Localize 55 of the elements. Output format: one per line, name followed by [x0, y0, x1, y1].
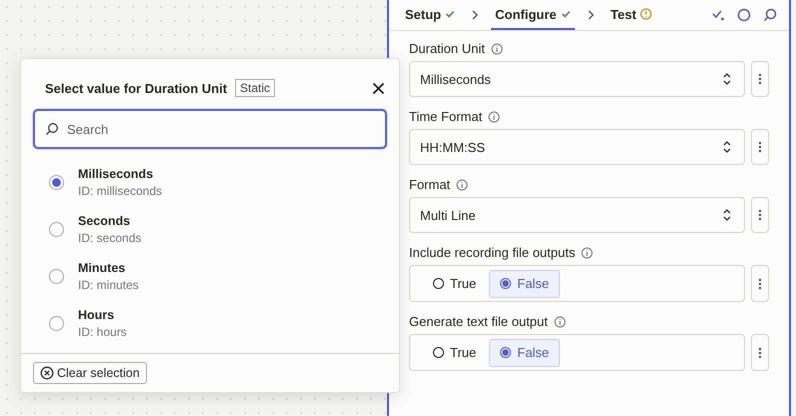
field-label: Include recording file outputs — [409, 245, 576, 260]
field-label: Duration Unit — [409, 41, 485, 56]
info-icon[interactable] — [488, 110, 500, 122]
search-field[interactable]: Search — [33, 109, 387, 149]
radio-option[interactable]: False — [489, 338, 560, 366]
select-field[interactable]: Milliseconds — [409, 61, 745, 97]
clear-icon — [40, 366, 54, 380]
check-icon — [445, 9, 456, 19]
radio-option[interactable]: True — [422, 338, 488, 366]
circle-icon[interactable] — [737, 8, 751, 22]
warning-icon — [640, 8, 652, 20]
kebab-icon — [758, 346, 762, 360]
radio-option[interactable]: True — [422, 270, 488, 298]
info-icon[interactable] — [554, 316, 566, 328]
chevron-icon — [471, 10, 480, 20]
info-icon[interactable] — [581, 246, 594, 258]
option-id: ID: seconds — [78, 231, 142, 245]
field-label: Format — [409, 177, 450, 192]
check-list-icon[interactable] — [711, 8, 725, 22]
radio-button[interactable] — [49, 175, 64, 190]
info-icon[interactable] — [490, 42, 503, 54]
kebab-icon — [758, 276, 762, 290]
select-field[interactable]: Multi Line — [409, 197, 745, 233]
radio-button[interactable] — [49, 222, 64, 237]
search-icon[interactable] — [763, 8, 777, 22]
option-id: ID: milliseconds — [78, 184, 162, 198]
option-label[interactable]: Seconds — [78, 214, 142, 228]
option-label[interactable]: Milliseconds — [78, 167, 162, 181]
option-label[interactable]: Hours — [78, 308, 127, 322]
option-id: ID: minutes — [78, 278, 139, 292]
field-label: Time Format — [409, 109, 482, 124]
step-tab[interactable]: Configure — [491, 0, 575, 30]
radio-option[interactable]: False — [489, 270, 560, 298]
updown-caret-icon — [722, 140, 732, 154]
radio-button[interactable] — [49, 269, 64, 284]
static-badge: Static — [235, 79, 276, 97]
step-tab[interactable]: Setup — [401, 0, 460, 30]
close-icon[interactable] — [372, 82, 385, 94]
chevron-icon — [586, 10, 595, 20]
clear-selection-button[interactable]: Clear selection — [33, 362, 147, 384]
info-icon[interactable] — [456, 178, 468, 190]
radio-button[interactable] — [49, 316, 64, 331]
field-label: Generate text file output — [409, 314, 548, 329]
updown-caret-icon — [722, 208, 732, 222]
select-field[interactable]: HH:MM:SS — [409, 129, 745, 165]
kebab-icon — [758, 140, 762, 154]
updown-caret-icon — [722, 72, 732, 86]
option-id: ID: hours — [78, 325, 127, 339]
search-icon — [45, 122, 59, 136]
check-icon — [560, 9, 571, 19]
kebab-icon — [758, 208, 762, 222]
kebab-icon — [758, 72, 762, 86]
option-label[interactable]: Minutes — [78, 261, 139, 275]
step-tab[interactable]: Test — [606, 0, 656, 30]
popup-title: Select value for Duration Unit — [45, 80, 228, 96]
